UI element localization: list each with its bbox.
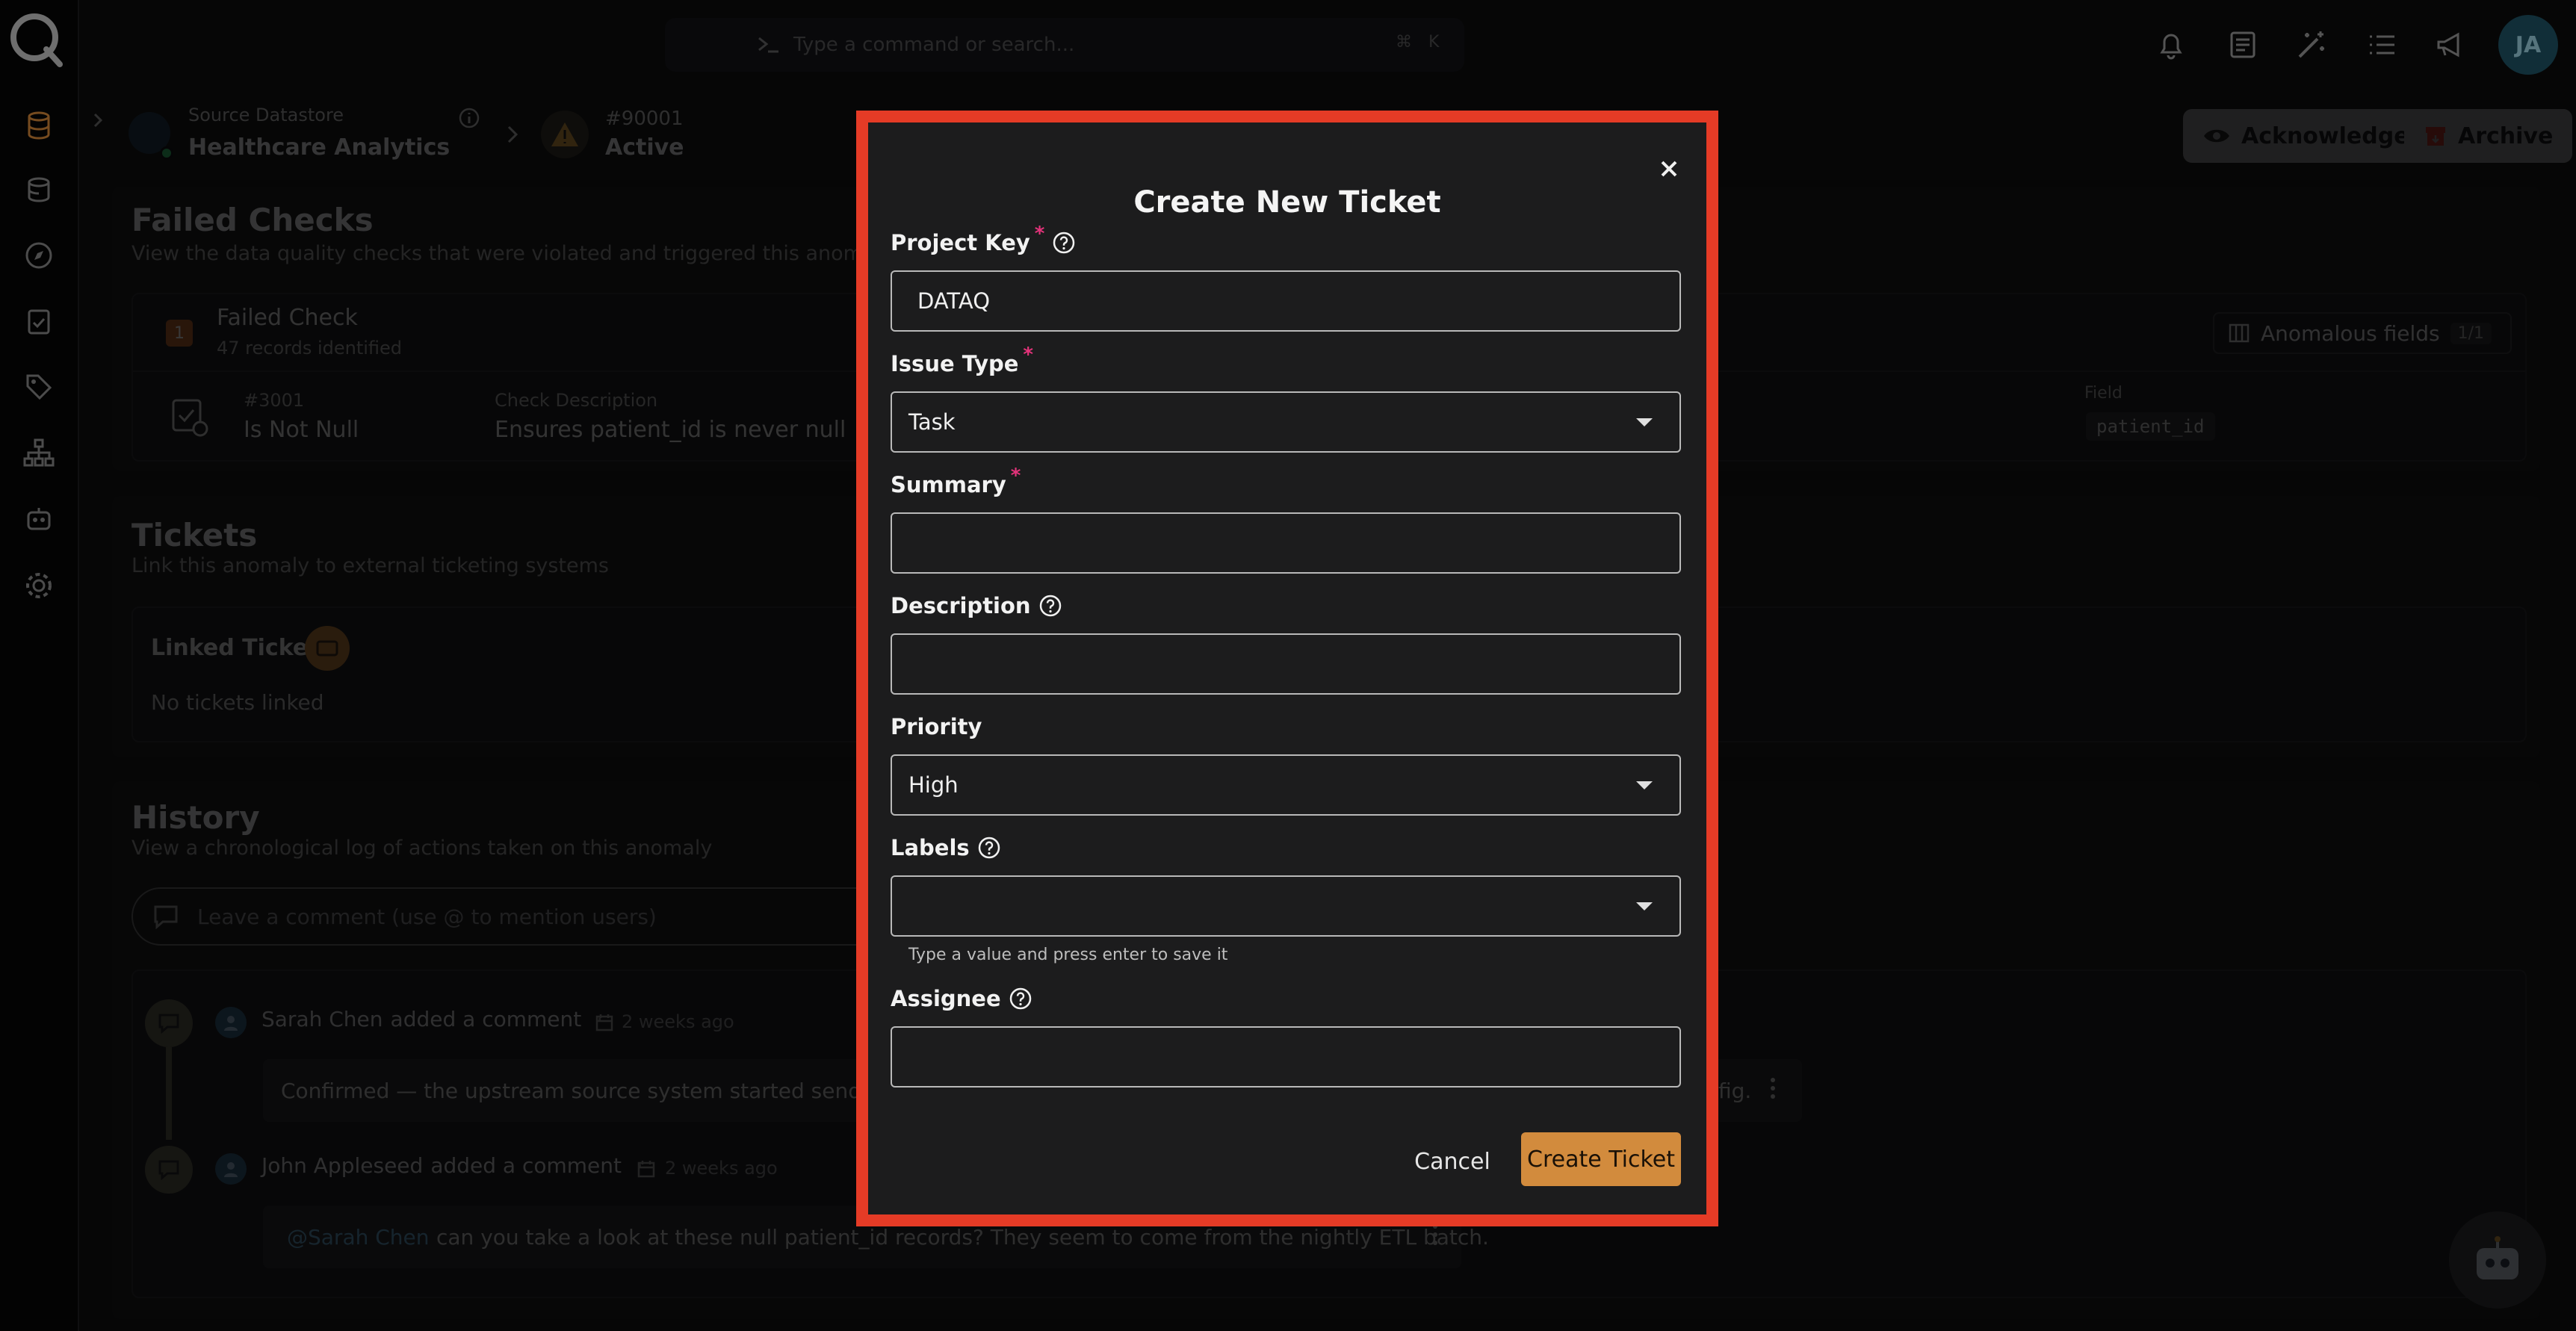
project-key-label-text: Project Key: [891, 230, 1030, 255]
help-icon[interactable]: [1052, 231, 1076, 255]
labels-label-text: Labels: [891, 835, 970, 860]
create-ticket-button[interactable]: Create Ticket: [1521, 1132, 1681, 1186]
description-input[interactable]: [891, 633, 1681, 695]
summary-label: Summary *: [891, 465, 1021, 497]
project-key-value: DATAQ: [917, 288, 991, 314]
project-key-input[interactable]: DATAQ: [891, 270, 1681, 332]
summary-input[interactable]: [891, 512, 1681, 574]
description-label: Description: [891, 593, 1062, 618]
help-icon[interactable]: [1009, 987, 1032, 1011]
close-icon: [1661, 161, 1677, 177]
create-ticket-modal: Create New Ticket Project Key * DATAQ Is…: [856, 111, 1718, 1226]
help-icon[interactable]: [977, 836, 1001, 860]
labels-label: Labels: [891, 835, 1001, 860]
labels-select[interactable]: [891, 875, 1681, 937]
assignee-label: Assignee: [891, 986, 1032, 1011]
project-key-label: Project Key *: [891, 223, 1076, 255]
required-marker: *: [1010, 465, 1021, 487]
dropdown-caret-icon: [1636, 781, 1653, 789]
summary-label-text: Summary: [891, 472, 1006, 497]
issue-type-select[interactable]: Task: [891, 391, 1681, 453]
required-marker: *: [1023, 344, 1034, 366]
labels-hint: Type a value and press enter to save it: [908, 946, 1228, 964]
issue-type-label: Issue Type *: [891, 344, 1033, 376]
dropdown-caret-icon: [1636, 418, 1653, 426]
close-modal-button[interactable]: [1654, 154, 1684, 184]
priority-label-text: Priority: [891, 714, 982, 739]
issue-type-label-text: Issue Type: [891, 351, 1019, 376]
priority-value: High: [908, 772, 959, 798]
description-label-text: Description: [891, 593, 1031, 618]
priority-label: Priority: [891, 714, 982, 739]
assignee-label-text: Assignee: [891, 986, 1001, 1011]
issue-type-value: Task: [908, 409, 956, 435]
priority-select[interactable]: High: [891, 754, 1681, 816]
help-icon[interactable]: [1038, 594, 1062, 618]
modal-title: Create New Ticket: [1133, 185, 1441, 220]
assignee-input[interactable]: [891, 1026, 1681, 1088]
cancel-button[interactable]: Cancel: [1408, 1135, 1497, 1188]
required-marker: *: [1034, 223, 1045, 245]
dropdown-caret-icon: [1636, 902, 1653, 910]
